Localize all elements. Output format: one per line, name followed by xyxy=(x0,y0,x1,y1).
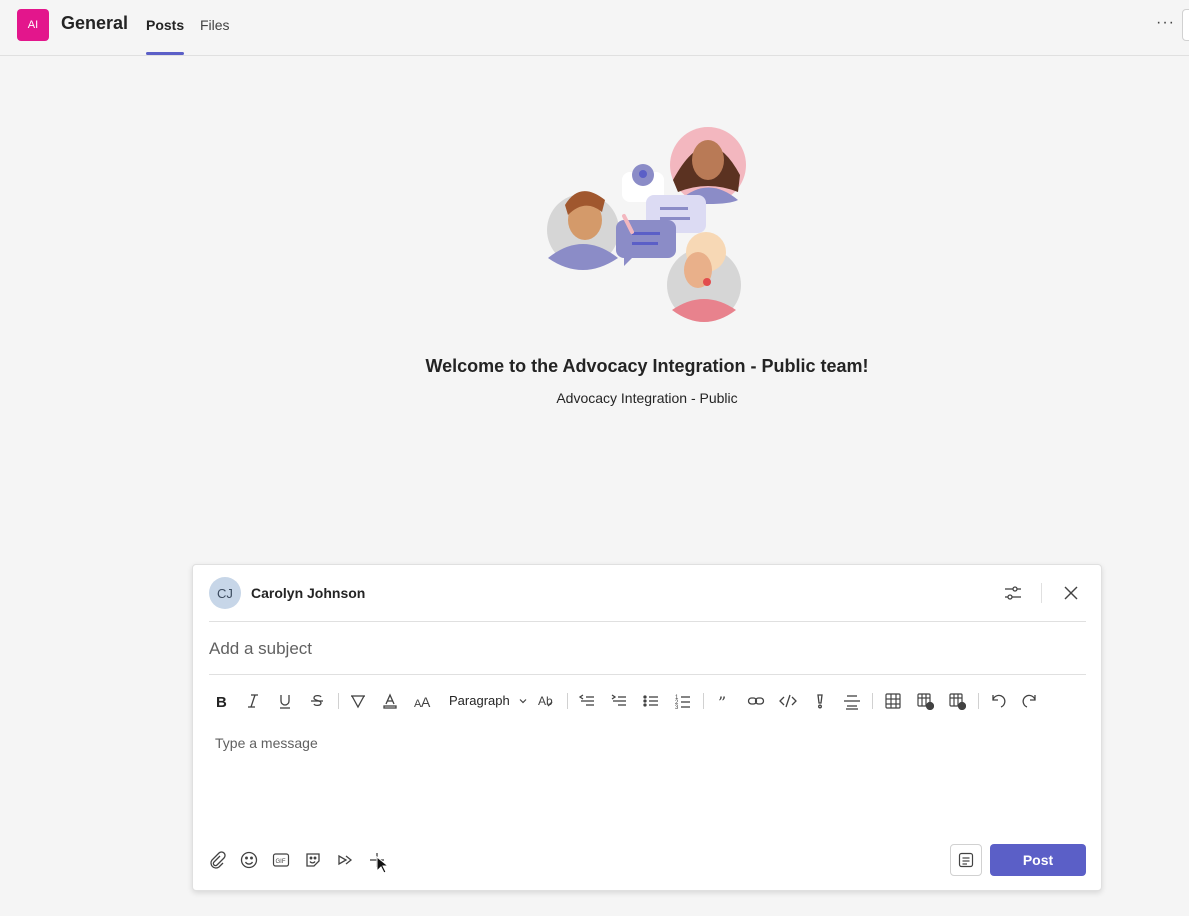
channel-header: AI General Posts Files ··· xyxy=(0,0,1189,56)
svg-text:GIF: GIF xyxy=(276,859,286,865)
highlight-icon[interactable] xyxy=(346,689,370,713)
quote-icon[interactable]: ” xyxy=(712,689,736,713)
emoji-icon[interactable] xyxy=(237,848,261,872)
insert-table-icon[interactable] xyxy=(881,689,905,713)
font-color-icon[interactable] xyxy=(378,689,402,713)
gif-icon[interactable]: GIF xyxy=(269,848,293,872)
svg-text:A: A xyxy=(421,694,431,710)
italic-icon[interactable] xyxy=(241,689,265,713)
numbered-list-icon[interactable]: 123 xyxy=(671,689,695,713)
important-icon[interactable] xyxy=(808,689,832,713)
mouse-cursor-icon xyxy=(376,856,388,874)
tab-files[interactable]: Files xyxy=(200,17,230,33)
active-tab-indicator xyxy=(146,52,184,55)
delete-table-icon[interactable] xyxy=(945,689,969,713)
clear-format-icon[interactable]: Ab xyxy=(534,689,558,713)
toolbar-divider xyxy=(703,693,704,709)
tab-posts[interactable]: Posts xyxy=(146,17,184,33)
font-size-icon[interactable]: AA xyxy=(410,689,434,713)
more-options-icon[interactable]: ··· xyxy=(1156,14,1176,34)
author-name: Carolyn Johnson xyxy=(251,585,366,601)
underline-icon[interactable] xyxy=(273,689,297,713)
header-right-button[interactable] xyxy=(1182,9,1189,41)
bulleted-list-icon[interactable] xyxy=(639,689,663,713)
divider xyxy=(209,621,1086,622)
message-input[interactable]: Type a message xyxy=(215,735,318,751)
schedule-meeting-icon[interactable] xyxy=(333,848,357,872)
attach-icon[interactable] xyxy=(205,848,229,872)
format-toolbar: B AA Paragraph Ab 123 ” xyxy=(205,685,1085,717)
toolbar-divider xyxy=(567,693,568,709)
increase-indent-icon[interactable] xyxy=(607,689,631,713)
post-options-icon[interactable] xyxy=(1001,581,1025,605)
svg-text:B: B xyxy=(216,694,227,710)
sticker-icon[interactable] xyxy=(301,848,325,872)
toolbar-divider xyxy=(978,693,979,709)
format-toggle-icon[interactable] xyxy=(950,844,982,876)
link-icon[interactable] xyxy=(744,689,768,713)
paragraph-select[interactable]: Paragraph xyxy=(449,693,528,708)
post-button[interactable]: Post xyxy=(990,844,1086,876)
bold-icon[interactable]: B xyxy=(209,689,233,713)
header-divider xyxy=(1041,583,1042,603)
decrease-indent-icon[interactable] xyxy=(575,689,599,713)
svg-text:3: 3 xyxy=(675,705,679,710)
compose-box: CJ Carolyn Johnson B AA Paragraph Ab 123… xyxy=(192,564,1102,891)
svg-text:Ab: Ab xyxy=(538,694,553,708)
strikethrough-icon[interactable] xyxy=(305,689,329,713)
team-welcome-illustration xyxy=(547,127,746,322)
toolbar-divider xyxy=(872,693,873,709)
divider xyxy=(209,674,1086,675)
redo-icon[interactable] xyxy=(1018,689,1042,713)
paragraph-label: Paragraph xyxy=(449,693,510,708)
close-icon[interactable] xyxy=(1059,581,1083,605)
welcome-subtitle: Advocacy Integration - Public xyxy=(556,390,738,406)
avatar: CJ xyxy=(209,577,241,609)
subject-input[interactable] xyxy=(209,631,1079,667)
toolbar-divider xyxy=(338,693,339,709)
add-table-row-icon[interactable] xyxy=(913,689,937,713)
svg-text:”: ” xyxy=(718,693,726,710)
chevron-down-icon xyxy=(519,698,527,703)
team-avatar[interactable]: AI xyxy=(17,9,49,41)
channel-title: General xyxy=(61,13,129,33)
code-icon[interactable] xyxy=(776,689,800,713)
welcome-title: Welcome to the Advocacy Integration - Pu… xyxy=(425,356,869,376)
undo-icon[interactable] xyxy=(986,689,1010,713)
horizontal-rule-icon[interactable] xyxy=(840,689,864,713)
